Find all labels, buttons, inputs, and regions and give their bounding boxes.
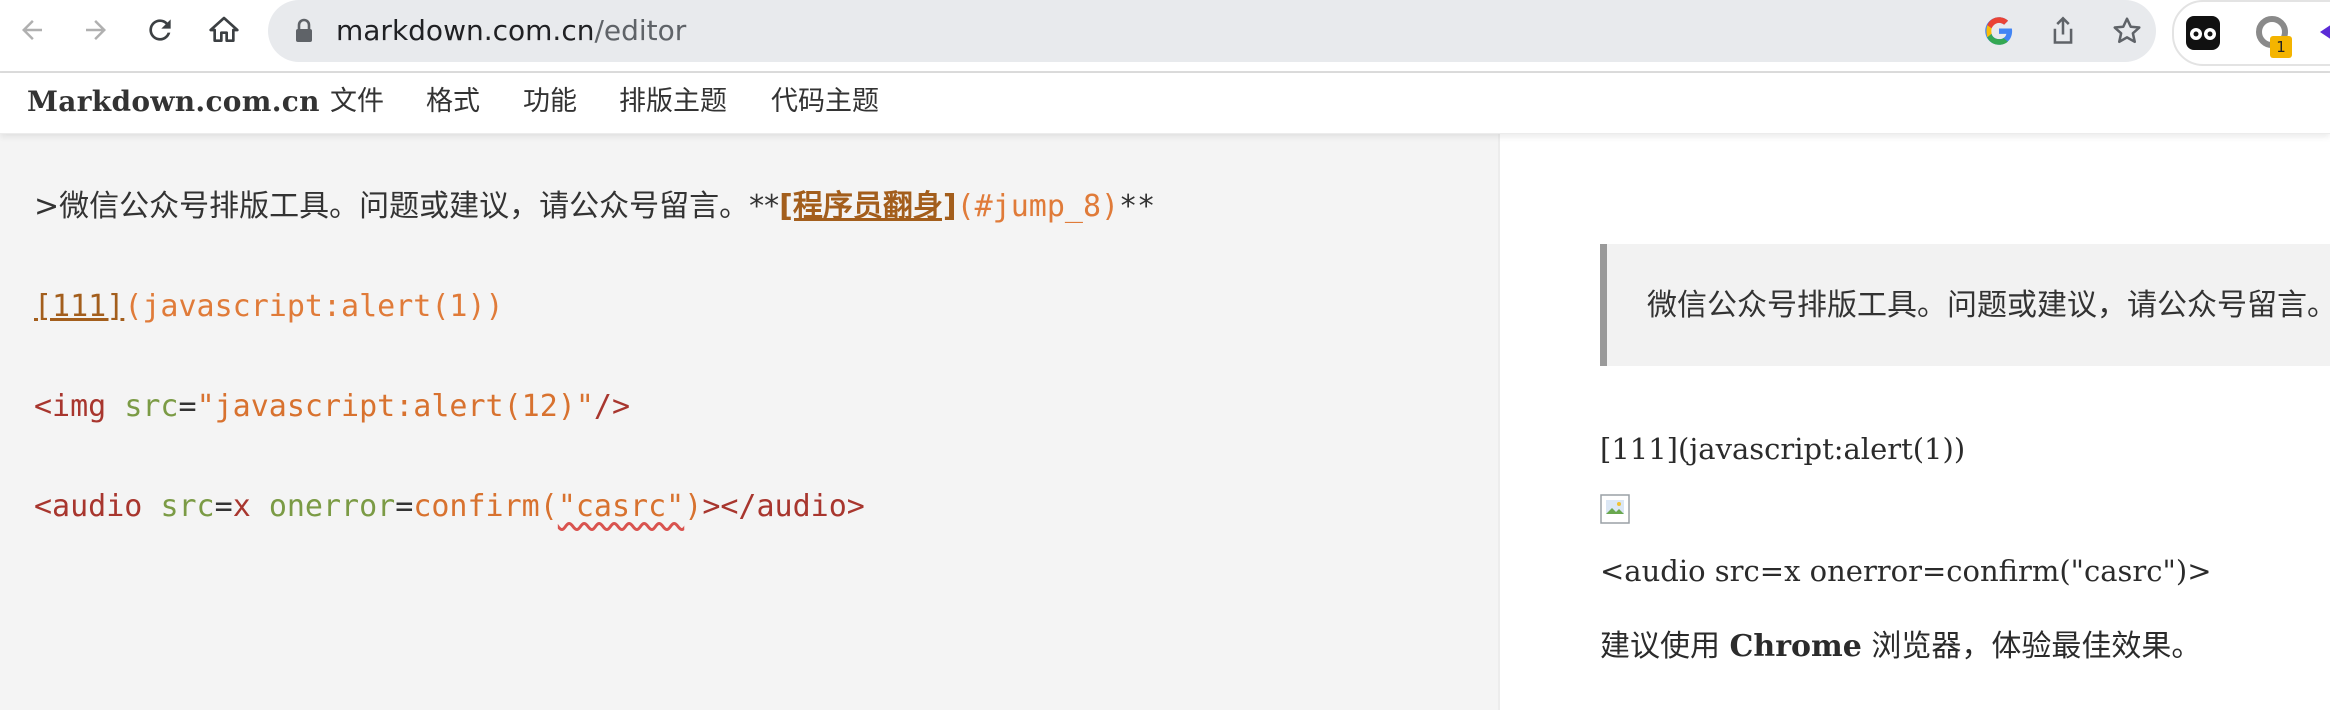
reload-icon: [149, 19, 171, 41]
bookmark-star-icon[interactable]: [2108, 12, 2146, 50]
editor-html-tag: <img: [34, 389, 107, 424]
rendered-preview: 微信公众号排版工具。问题或建议，请公众号留言。 [111](javascript…: [1500, 134, 2330, 710]
menu-format[interactable]: 格式: [426, 85, 480, 119]
editor-js-function: confirm(: [413, 489, 558, 524]
arrow-left-icon: [22, 20, 42, 40]
editor-text: **: [1119, 189, 1156, 224]
broken-image-icon: [1600, 494, 1630, 524]
address-bar[interactable]: markdown.com.cn/editor: [268, 0, 2156, 62]
editor-link-text: [111]: [34, 289, 125, 324]
tip-bold: Chrome: [1729, 629, 1862, 664]
editor-html-tag: ></audio>: [702, 489, 865, 524]
editor-link-text: [程序员翻身]: [779, 189, 957, 224]
browser-toolbar: markdown.com.cn/editor 1: [0, 0, 2330, 73]
editor-equals: =: [395, 489, 414, 524]
preview-tip: 建议使用 Chrome 浏览器，体验最佳效果。: [1600, 627, 2201, 667]
url-host: markdown.com.cn: [336, 14, 595, 47]
menu-function[interactable]: 功能: [523, 85, 577, 119]
editor-html-attr: src: [124, 389, 179, 424]
blockquote-text: 微信公众号排版工具。问题或建议，请公众号留言。: [1647, 288, 2330, 323]
editor-line-3[interactable]: <img src="javascript:alert(12)"/>: [34, 387, 630, 427]
arrow-right-icon: [86, 20, 106, 40]
editor-text: >微信公众号排版工具。问题或建议，请公众号留言。**: [34, 189, 780, 224]
menu-file[interactable]: 文件: [330, 85, 384, 119]
editor-link-url: (#jump_8): [956, 189, 1120, 224]
tip-text: 浏览器，体验最佳效果。: [1861, 629, 2202, 664]
extension-purple-icon[interactable]: [2314, 12, 2330, 56]
editor-html-attr: src: [160, 489, 215, 524]
markdown-editor[interactable]: >微信公众号排版工具。问题或建议，请公众号留言。**[程序员翻身](#jump_…: [0, 134, 1500, 710]
editor-equals: =: [214, 489, 233, 524]
editor-equals: =: [178, 389, 197, 424]
preview-blockquote: 微信公众号排版工具。问题或建议，请公众号留言。: [1600, 244, 2330, 366]
editor-html-string: "javascript:alert(12)": [196, 389, 594, 424]
lock-icon[interactable]: [294, 18, 314, 48]
editor-js-function: ): [684, 489, 703, 524]
editor-html-value: x: [232, 489, 251, 524]
extension-badge: 1: [2270, 36, 2292, 58]
reload-button[interactable]: [138, 8, 182, 52]
brand-logo-text[interactable]: Markdown.com.cn: [27, 85, 320, 119]
editor-html-tag: <audio: [34, 489, 143, 524]
share-icon[interactable]: [2044, 12, 2082, 50]
tip-text: 建议使用: [1600, 629, 1730, 664]
extensions-area: 1: [2172, 0, 2330, 66]
editor-html-tag: />: [593, 389, 631, 424]
editor-spellcheck-word: "casrc": [557, 489, 685, 524]
editor-html-attr: onerror: [268, 489, 396, 524]
forward-button[interactable]: [74, 8, 118, 52]
home-button[interactable]: [202, 8, 246, 52]
back-button[interactable]: [10, 8, 54, 52]
menu-code-theme[interactable]: 代码主题: [771, 85, 879, 119]
editor-link-url: (javascript:alert(1)): [124, 289, 504, 324]
app-menubar: Markdown.com.cn 文件 格式 功能 排版主题 代码主题: [0, 73, 2330, 134]
preview-link-line: [111](javascript:alert(1)): [1600, 432, 1966, 466]
home-icon: [209, 16, 239, 42]
google-icon[interactable]: [1980, 12, 2018, 50]
url-path: /editor: [594, 14, 687, 47]
preview-audio-line: <audio src=x onerror=confirm("casrc")>: [1600, 554, 2212, 588]
extension-mask-icon[interactable]: [2184, 14, 2222, 56]
editor-line-1[interactable]: >微信公众号排版工具。问题或建议，请公众号留言。**[程序员翻身](#jump_…: [34, 187, 1155, 227]
editor-line-4[interactable]: <audio src=x onerror=confirm("casrc")></…: [34, 487, 865, 527]
url-text[interactable]: markdown.com.cn/editor: [336, 14, 686, 48]
editor-line-2[interactable]: [111](javascript:alert(1)): [34, 287, 504, 327]
menu-layout-theme[interactable]: 排版主题: [619, 85, 727, 119]
